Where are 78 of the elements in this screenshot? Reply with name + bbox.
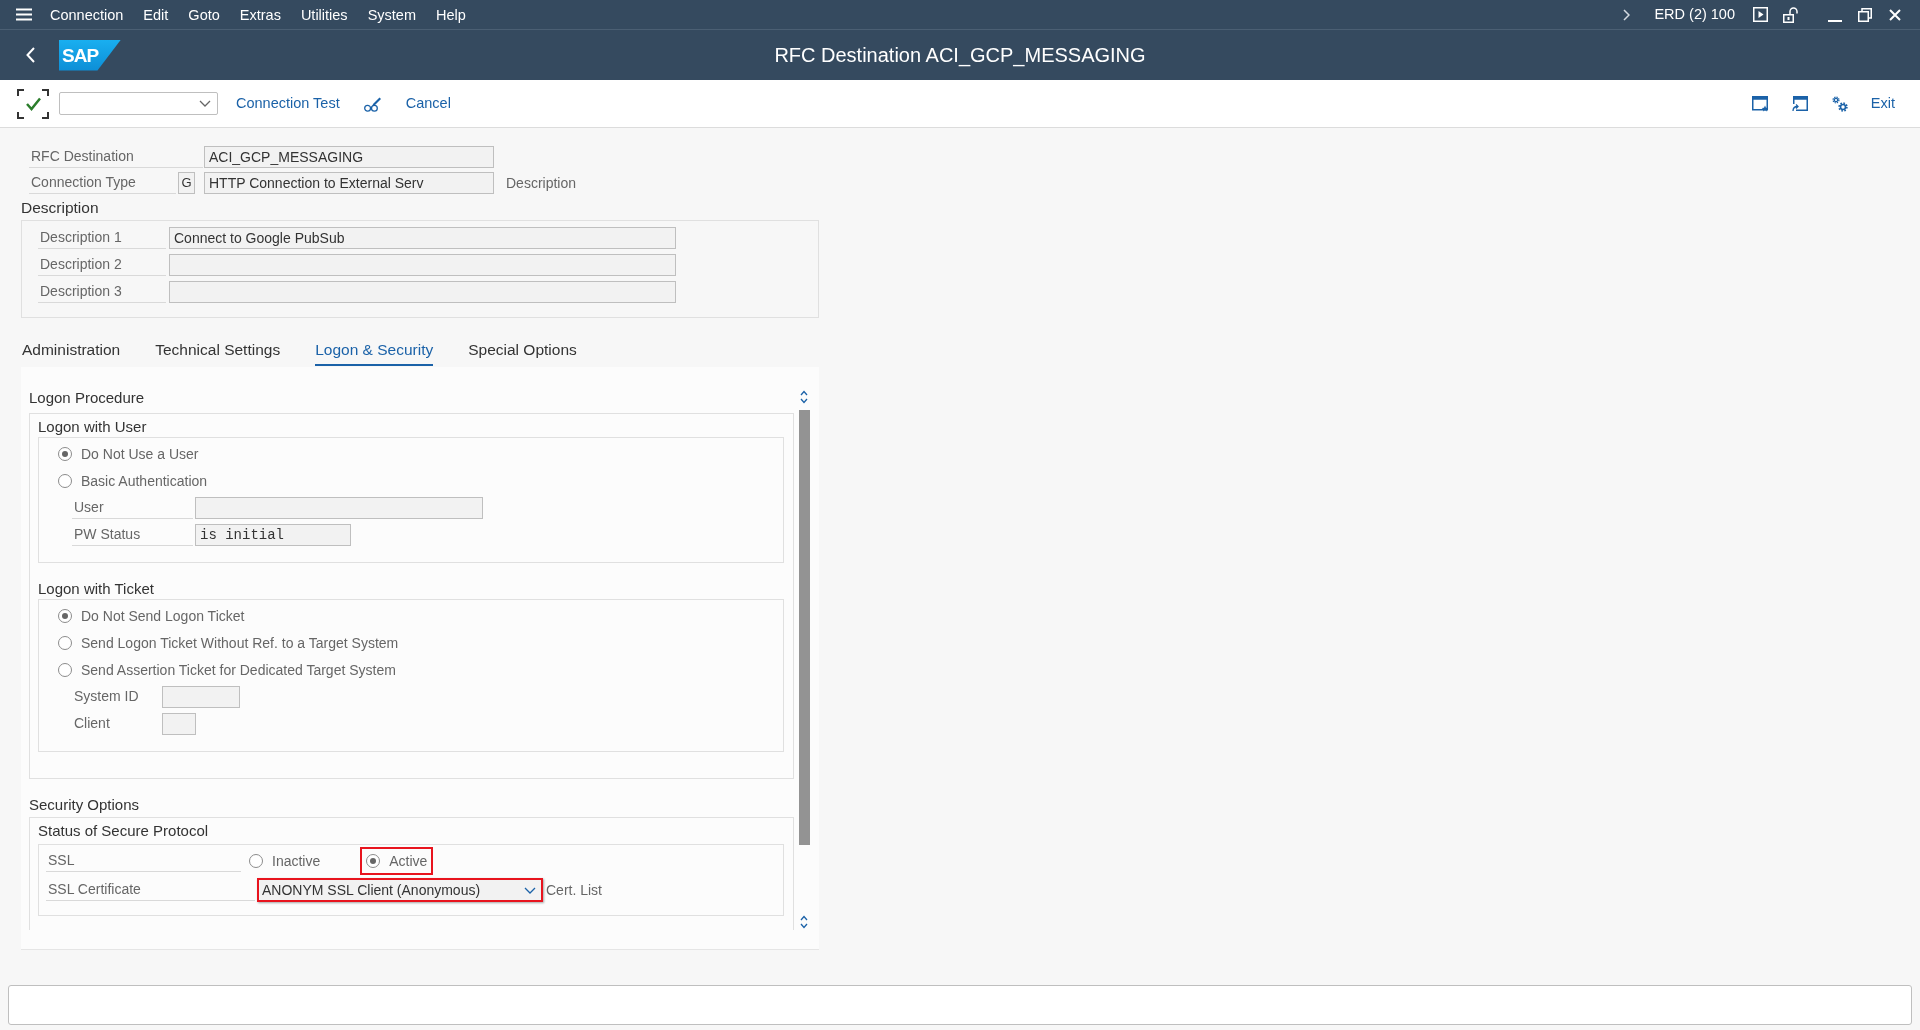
menu-item[interactable]: System bbox=[367, 4, 416, 25]
scroll-arrows-icon[interactable] bbox=[800, 915, 808, 929]
group-heading: Logon with Ticket bbox=[38, 579, 155, 599]
field-label: Description 1 bbox=[38, 227, 166, 249]
field-label: SSL bbox=[46, 850, 241, 872]
certificate-dropdown[interactable]: ANONYM SSL Client (Anonymous) bbox=[257, 878, 543, 902]
group-heading: Status of Secure Protocol bbox=[38, 821, 210, 841]
input-field[interactable] bbox=[169, 254, 676, 276]
toolbar-button[interactable]: Cancel bbox=[405, 92, 451, 115]
menu-item[interactable]: Utilities bbox=[300, 4, 348, 25]
cert-list-button[interactable]: Cert. List bbox=[546, 879, 602, 901]
field-label: Connection Type bbox=[29, 172, 176, 194]
option-label: Send Assertion Ticket for Dedicated Target System bbox=[81, 660, 396, 680]
scrollbar-thumb[interactable] bbox=[798, 410, 810, 845]
menu-item[interactable]: Edit bbox=[143, 4, 169, 25]
radio-button[interactable] bbox=[58, 474, 72, 488]
field-label: Description 2 bbox=[38, 254, 166, 276]
menu-item[interactable]: Help bbox=[435, 4, 466, 25]
exit-button[interactable]: Exit bbox=[1870, 92, 1895, 115]
chevron-down-icon[interactable] bbox=[524, 886, 536, 894]
section-heading: Security Options bbox=[29, 795, 141, 815]
check-icon[interactable] bbox=[17, 88, 49, 119]
radio-button[interactable] bbox=[249, 854, 263, 868]
radio-option[interactable]: Inactive bbox=[249, 850, 321, 872]
input-field[interactable]: ACI_GCP_MESSAGING bbox=[204, 146, 494, 168]
radio-button[interactable] bbox=[58, 636, 72, 650]
option-label: Do Not Use a User bbox=[81, 444, 199, 464]
section-heading: Description bbox=[21, 198, 100, 218]
radio-button[interactable] bbox=[58, 663, 72, 677]
input-field[interactable] bbox=[162, 713, 196, 735]
restore-icon[interactable] bbox=[1858, 7, 1872, 22]
field-label: System ID bbox=[73, 687, 140, 706]
scroll-arrows-icon[interactable] bbox=[800, 390, 808, 404]
input-field[interactable] bbox=[195, 497, 483, 519]
back-icon[interactable] bbox=[26, 47, 35, 63]
menu-item[interactable]: Goto bbox=[188, 4, 220, 25]
field-label: Description 3 bbox=[38, 281, 166, 303]
input-field[interactable]: is initial bbox=[195, 524, 351, 546]
type-code-field[interactable]: G bbox=[178, 172, 195, 194]
chevron-right-icon[interactable] bbox=[1623, 8, 1631, 21]
menu-item[interactable]: Connection bbox=[50, 4, 124, 25]
unlocked-padlock-icon[interactable] bbox=[1783, 6, 1799, 23]
play-box-icon[interactable] bbox=[1753, 7, 1768, 22]
input-field[interactable]: HTTP Connection to External Serv bbox=[204, 172, 494, 194]
close-icon[interactable] bbox=[1889, 8, 1901, 21]
session-info: ERD (2) 100 bbox=[1654, 4, 1735, 24]
menu-item[interactable]: Extras bbox=[239, 4, 281, 25]
tab[interactable]: Special Options bbox=[468, 336, 577, 366]
radio-button[interactable] bbox=[366, 854, 381, 868]
menu-icon[interactable] bbox=[16, 8, 32, 21]
window-arrow-icon[interactable] bbox=[1791, 95, 1809, 112]
field-label: Client bbox=[73, 714, 111, 733]
option-label: Do Not Send Logon Ticket bbox=[81, 606, 245, 626]
command-field[interactable] bbox=[59, 92, 218, 115]
glasses-pencil-icon[interactable] bbox=[363, 95, 382, 112]
input-field[interactable] bbox=[169, 281, 676, 303]
field-label: SSL Certificate bbox=[46, 879, 255, 901]
tab[interactable]: Technical Settings bbox=[155, 336, 281, 366]
section-heading: Logon Procedure bbox=[29, 388, 146, 408]
field-label: User bbox=[72, 497, 193, 519]
field-label: RFC Destination bbox=[29, 146, 203, 168]
toolbar-button[interactable]: Connection Test bbox=[236, 92, 340, 115]
radio-button[interactable] bbox=[58, 609, 72, 623]
group-heading: Logon with User bbox=[38, 417, 148, 437]
chevron-down-icon[interactable] bbox=[199, 100, 211, 107]
gears-icon[interactable] bbox=[1831, 95, 1848, 112]
option-label: Send Logon Ticket Without Ref. to a Target System bbox=[81, 633, 399, 653]
field-label: PW Status bbox=[72, 524, 193, 546]
radio-button[interactable] bbox=[58, 447, 72, 461]
radio-option[interactable]: Active bbox=[366, 850, 428, 872]
type-description-text: Description bbox=[506, 173, 577, 193]
minimize-icon[interactable] bbox=[1828, 19, 1842, 22]
brand-logo: SAP bbox=[59, 39, 121, 71]
option-label: Basic Authentication bbox=[81, 471, 208, 491]
window-title: RFC Destination ACI_GCP_MESSAGING bbox=[774, 43, 1146, 69]
tab[interactable]: Administration bbox=[22, 336, 121, 366]
input-field[interactable] bbox=[162, 686, 240, 708]
input-field[interactable]: Connect to Google PubSub bbox=[169, 227, 676, 249]
